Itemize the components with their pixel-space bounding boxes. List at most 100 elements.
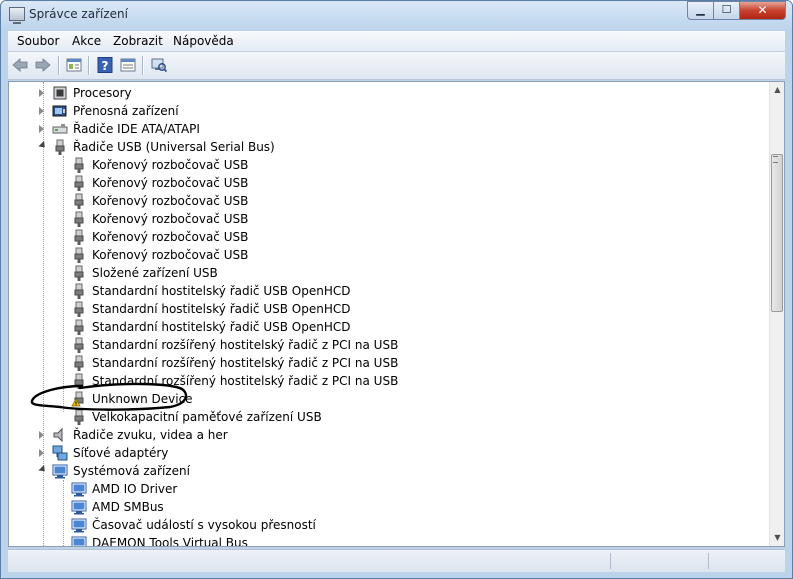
usb-plug-icon xyxy=(74,175,84,191)
expand-arrow-icon[interactable] xyxy=(39,89,44,97)
scroll-thumb[interactable] xyxy=(771,154,783,312)
tree-item-label: Časovač událostí s vysokou přesností xyxy=(92,518,316,532)
usb-plug-icon xyxy=(74,337,84,353)
tree-item-label: DAEMON Tools Virtual Bus xyxy=(92,536,248,546)
menu-zobrazit[interactable]: Zobrazit xyxy=(113,34,163,48)
tree-item-label: Velkokapacitní paměťové zařízení USB xyxy=(92,410,322,424)
usb-plug-icon xyxy=(74,409,84,425)
expand-arrow-icon[interactable] xyxy=(39,107,44,115)
status-divider xyxy=(610,553,611,569)
menu-akce[interactable]: Akce xyxy=(72,34,101,48)
toolbar-separator xyxy=(88,56,89,75)
maximize-button[interactable]: ☐ xyxy=(714,1,740,20)
tree-device-item[interactable]: Unknown Device xyxy=(9,390,759,408)
scroll-down-button[interactable]: ▼ xyxy=(770,530,784,546)
tree-device-item[interactable]: DAEMON Tools Virtual Bus xyxy=(9,534,759,546)
tree-item-label: Složené zařízení USB xyxy=(92,266,218,280)
toolbar-separator xyxy=(58,56,59,75)
tree-item-label: Kořenový rozbočovač USB xyxy=(92,212,249,226)
menu-bar: Soubor Akce Zobrazit Nápověda xyxy=(8,31,785,52)
tree-item-label: Standardní hostitelský řadič USB OpenHCD xyxy=(92,302,351,316)
ide-controller-icon xyxy=(52,124,68,134)
system-device-icon xyxy=(71,482,87,497)
tree-category-item[interactable]: Řadiče zvuku, videa a her xyxy=(9,426,759,444)
tree-device-item[interactable]: Velkokapacitní paměťové zařízení USB xyxy=(9,408,759,426)
tree-category-item[interactable]: Procesory xyxy=(9,84,759,102)
scroll-up-button[interactable]: ▲ xyxy=(770,82,784,98)
svg-text:?: ? xyxy=(102,59,109,73)
tree-category-item[interactable]: Řadiče IDE ATA/ATAPI xyxy=(9,120,759,138)
tree-device-item[interactable]: Kořenový rozbočovač USB xyxy=(9,246,759,264)
tree-category-item[interactable]: Řadiče USB (Universal Serial Bus) xyxy=(9,138,759,156)
tree-device-item[interactable]: Standardní rozšířený hostitelský řadič z… xyxy=(9,354,759,372)
system-device-icon xyxy=(71,536,87,546)
forward-arrow-icon[interactable] xyxy=(35,57,51,73)
status-divider xyxy=(708,553,709,569)
device-tree[interactable]: Procesory Přenosná zařízení Řadiče IDE ATA… xyxy=(9,82,769,546)
caption-buttons: ▁ ☐ ✕ xyxy=(687,1,786,21)
menu-napoveda[interactable]: Nápověda xyxy=(173,34,234,48)
device-manager-app-icon[interactable] xyxy=(9,7,25,24)
tree-device-item[interactable]: Kořenový rozbočovač USB xyxy=(9,228,759,246)
tree-device-item[interactable]: Složené zařízení USB xyxy=(9,264,759,282)
close-button[interactable]: ✕ xyxy=(740,1,786,20)
tree-device-item[interactable]: AMD SMBus xyxy=(9,498,759,516)
show-hide-console-tree-icon[interactable] xyxy=(66,57,82,73)
title-bar[interactable]: Správce zařízení ▁ ☐ ✕ xyxy=(1,1,792,29)
menu-soubor[interactable]: Soubor xyxy=(17,34,59,48)
scroll-grip xyxy=(773,156,778,163)
tree-device-item[interactable]: Standardní rozšířený hostitelský řadič z… xyxy=(9,372,759,390)
back-arrow-icon[interactable] xyxy=(12,57,28,73)
vertical-scrollbar[interactable]: ▲ ▼ xyxy=(769,82,784,546)
expand-arrow-icon[interactable] xyxy=(39,449,44,457)
tree-device-item[interactable]: Kořenový rozbočovač USB xyxy=(9,192,759,210)
speaker-icon xyxy=(53,427,63,443)
tree-item-label: Síťové adaptéry xyxy=(73,446,169,460)
tree-item-label: Kořenový rozbočovač USB xyxy=(92,248,249,262)
usb-plug-icon xyxy=(74,283,84,299)
tree-device-item[interactable]: Kořenový rozbočovač USB xyxy=(9,174,759,192)
tree-item-label: Systémová zařízení xyxy=(73,464,190,478)
toolbar-separator xyxy=(142,56,143,75)
expand-arrow-icon[interactable] xyxy=(39,431,44,439)
collapse-arrow-icon[interactable] xyxy=(38,140,48,151)
expand-arrow-icon[interactable] xyxy=(39,125,44,133)
usb-warning-icon xyxy=(71,391,84,407)
tree-item-label: AMD SMBus xyxy=(92,500,164,514)
tree-item-label: AMD IO Driver xyxy=(92,482,178,496)
scan-hardware-changes-icon[interactable] xyxy=(151,57,167,73)
collapse-arrow-icon[interactable] xyxy=(38,464,48,475)
tree-device-item[interactable]: Kořenový rozbočovač USB xyxy=(9,210,759,228)
tree-item-label: Procesory xyxy=(73,86,132,100)
toolbar: ? xyxy=(8,52,785,80)
tree-category-item[interactable]: Síťové adaptéry xyxy=(9,444,759,462)
tree-item-label: Kořenový rozbočovač USB xyxy=(92,158,249,172)
help-icon[interactable]: ? xyxy=(97,57,113,73)
system-device-icon xyxy=(71,500,87,515)
window-title: Správce zařízení xyxy=(29,7,128,21)
tree-device-item[interactable]: Časovač událostí s vysokou přesností xyxy=(9,516,759,534)
tree-item-label: Kořenový rozbočovač USB xyxy=(92,230,249,244)
tree-item-label: Standardní hostitelský řadič USB OpenHCD xyxy=(92,320,351,334)
system-device-icon xyxy=(52,464,68,479)
usb-plug-icon xyxy=(74,157,84,173)
usb-plug-icon xyxy=(74,211,84,227)
tree-device-item[interactable]: Kořenový rozbočovač USB xyxy=(9,156,759,174)
usb-plug-icon xyxy=(74,265,84,281)
tree-device-item[interactable]: AMD IO Driver xyxy=(9,480,759,498)
tree-device-item[interactable]: Standardní hostitelský řadič USB OpenHCD xyxy=(9,318,759,336)
tree-device-item[interactable]: Standardní hostitelský řadič USB OpenHCD xyxy=(9,300,759,318)
usb-plug-icon xyxy=(74,247,84,263)
tree-item-label: Kořenový rozbočovač USB xyxy=(92,176,249,190)
properties-icon[interactable] xyxy=(120,57,136,73)
tree-device-item[interactable]: Standardní hostitelský řadič USB OpenHCD xyxy=(9,282,759,300)
minimize-button[interactable]: ▁ xyxy=(687,1,714,20)
tree-category-item[interactable]: Systémová zařízení xyxy=(9,462,759,480)
tree-device-item[interactable]: Standardní rozšířený hostitelský řadič z… xyxy=(9,336,759,354)
usb-plug-icon xyxy=(74,229,84,245)
usb-plug-icon xyxy=(74,319,84,335)
usb-plug-icon xyxy=(74,193,84,209)
tree-category-item[interactable]: Přenosná zařízení xyxy=(9,102,759,120)
usb-plug-icon xyxy=(55,139,65,155)
system-device-icon xyxy=(71,518,87,533)
